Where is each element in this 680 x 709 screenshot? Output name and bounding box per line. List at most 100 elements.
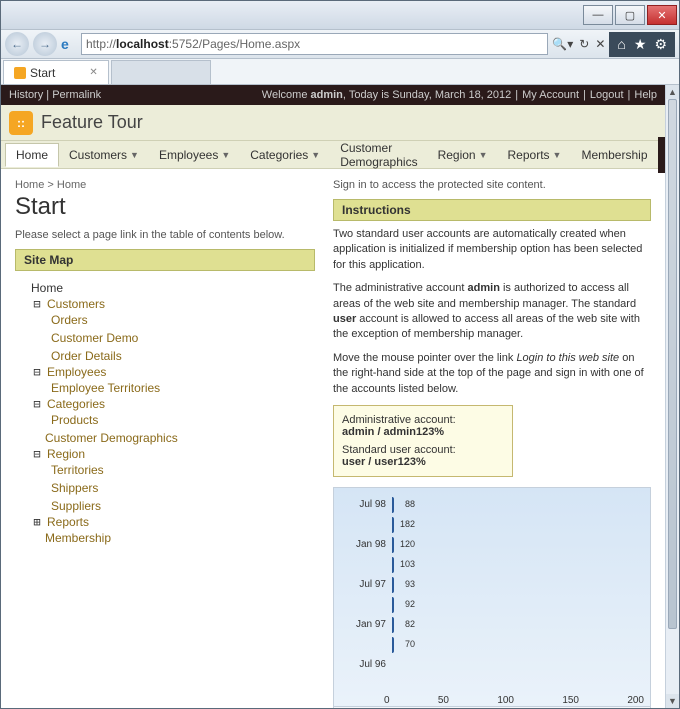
new-tab-button[interactable] [111, 60, 211, 84]
tree-categories[interactable]: Categories [47, 395, 105, 413]
instructions-para2: The administrative account admin is auth… [333, 281, 651, 343]
browser-tab[interactable]: Start ✕ [3, 60, 109, 84]
app-top-bar: History | Permalink Welcome admin, Today… [1, 85, 665, 105]
chart-bar: 120 [392, 537, 394, 553]
chart-bar-value: 70 [405, 639, 415, 649]
chart-bar: 88 [392, 497, 394, 513]
collapse-icon[interactable]: ⊟ [31, 397, 43, 411]
browser-tabstrip: Start ✕ [1, 59, 679, 85]
close-button[interactable]: ✕ [647, 5, 677, 25]
permalink-link[interactable]: Permalink [52, 89, 101, 101]
tree-membership[interactable]: Membership [19, 529, 311, 547]
tree-employees[interactable]: Employees [47, 363, 106, 381]
vertical-scrollbar[interactable]: ▲ ▼ [665, 85, 679, 708]
favicon-icon [14, 67, 26, 79]
back-button[interactable]: ← [5, 32, 29, 56]
menu-employees[interactable]: Employees▼ [149, 144, 240, 166]
chart-bar-row: 92 [392, 596, 394, 614]
window-titlebar: — ▢ ✕ [1, 1, 679, 29]
scroll-down-icon[interactable]: ▼ [666, 694, 679, 708]
chart-bar-value: 103 [400, 559, 415, 569]
tree-products[interactable]: Products [19, 411, 311, 429]
app-title: Feature Tour [41, 112, 143, 133]
tree-customer-demo[interactable]: Customer Demo [19, 329, 311, 347]
right-instruction: Sign in to access the protected site con… [333, 179, 651, 191]
chart-bar: 182 [392, 517, 394, 533]
tree-orders[interactable]: Orders [19, 311, 311, 329]
refresh-icon[interactable]: ↻ [579, 37, 589, 51]
menu-categories[interactable]: Categories▼ [240, 144, 330, 166]
chart-bar-row: Jan 98120 [392, 536, 394, 554]
menu-customers[interactable]: Customers▼ [59, 144, 149, 166]
url-scheme: http:// [86, 37, 116, 51]
chart-bar-row: Jul 9793 [392, 576, 394, 594]
collapse-icon[interactable]: ⊟ [31, 365, 43, 379]
left-instruction: Please select a page link in the table o… [15, 229, 315, 241]
collapse-icon[interactable]: ⊟ [31, 297, 43, 311]
chart-bar-value: 120 [400, 539, 415, 549]
chart-x-tick: 100 [497, 695, 514, 706]
tree-customers[interactable]: Customers [47, 295, 105, 313]
scroll-up-icon[interactable]: ▲ [666, 85, 679, 99]
help-link[interactable]: Help [634, 89, 657, 101]
menu-membership[interactable]: Membership [571, 144, 657, 166]
tree-shippers[interactable]: Shippers [19, 479, 311, 497]
expand-icon[interactable]: ⊞ [31, 515, 43, 529]
chart-bar-row: Jul 9888 [392, 496, 394, 514]
my-account-link[interactable]: My Account [522, 89, 579, 101]
menu-region[interactable]: Region▼ [428, 144, 498, 166]
chart-bar: 82 [392, 617, 394, 633]
chart-bar: 103 [392, 557, 394, 573]
maximize-button[interactable]: ▢ [615, 5, 645, 25]
scroll-thumb[interactable] [668, 99, 677, 629]
page-title: Start [15, 193, 315, 221]
chart-bar-value: 182 [400, 519, 415, 529]
sitemap-header: Site Map [15, 249, 315, 271]
chart-bar: 70 [392, 637, 394, 653]
tree-territories[interactable]: Territories [19, 461, 311, 479]
forward-button[interactable]: → [33, 32, 57, 56]
stop-icon[interactable]: ✕ [595, 37, 605, 51]
chart-y-label: Jul 97 [344, 579, 386, 590]
chart-bar-row: Jan 9782 [392, 616, 394, 634]
chart-y-label: Jul 96 [344, 659, 386, 670]
address-bar[interactable]: http://localhost:5752/Pages/Home.aspx [81, 33, 548, 55]
tab-title: Start [30, 66, 55, 80]
credentials-box: Administrative account: admin / admin123… [333, 405, 513, 477]
chart-bar: 92 [392, 597, 394, 613]
chart-bar-row: 182 [392, 516, 394, 534]
menu-reports[interactable]: Reports▼ [498, 144, 572, 166]
breadcrumb: Home > Home [15, 179, 315, 191]
favorites-icon[interactable]: ★ [634, 36, 647, 53]
minimize-button[interactable]: — [583, 5, 613, 25]
tree-reports[interactable]: Reports [47, 513, 89, 531]
monthly-chart: Jul 9888182Jan 98120103Jul 979392Jan 978… [333, 487, 651, 707]
chart-y-label: Jan 97 [344, 619, 386, 630]
chart-bar-value: 93 [405, 579, 415, 589]
chart-y-label: Jan 98 [344, 539, 386, 550]
tree-region[interactable]: Region [47, 445, 85, 463]
app-logo-icon: :: [9, 111, 33, 135]
home-icon[interactable]: ⌂ [617, 36, 625, 53]
tab-close-icon[interactable]: ✕ [89, 67, 97, 78]
chart-bar: 93 [392, 577, 394, 593]
chart-bar-value: 88 [405, 499, 415, 509]
tools-icon[interactable]: ⚙ [654, 36, 667, 53]
url-path: :5752/Pages/Home.aspx [169, 37, 300, 51]
logout-link[interactable]: Logout [590, 89, 624, 101]
menu-home[interactable]: Home [5, 143, 59, 167]
instructions-para3: Move the mouse pointer over the link Log… [333, 351, 651, 397]
search-icon[interactable]: 🔍▾ [552, 37, 573, 51]
history-link[interactable]: History [9, 89, 43, 101]
chart-footer: Showing 1-830 of 830 items [333, 707, 651, 708]
chart-bar-row: 70 [392, 636, 394, 654]
menu-site-actions[interactable]: Site Actions ▼ [658, 137, 666, 173]
chart-x-tick: 200 [627, 695, 644, 706]
url-host: localhost [116, 37, 169, 51]
chart-x-tick: 50 [438, 695, 449, 706]
collapse-icon[interactable]: ⊟ [31, 447, 43, 461]
menu-demographics[interactable]: Customer Demographics [330, 137, 427, 173]
instructions-para1: Two standard user accounts are automatic… [333, 227, 651, 273]
main-menu: Home Customers▼ Employees▼ Categories▼ C… [1, 141, 665, 169]
ie-logo-icon: e [61, 36, 77, 52]
